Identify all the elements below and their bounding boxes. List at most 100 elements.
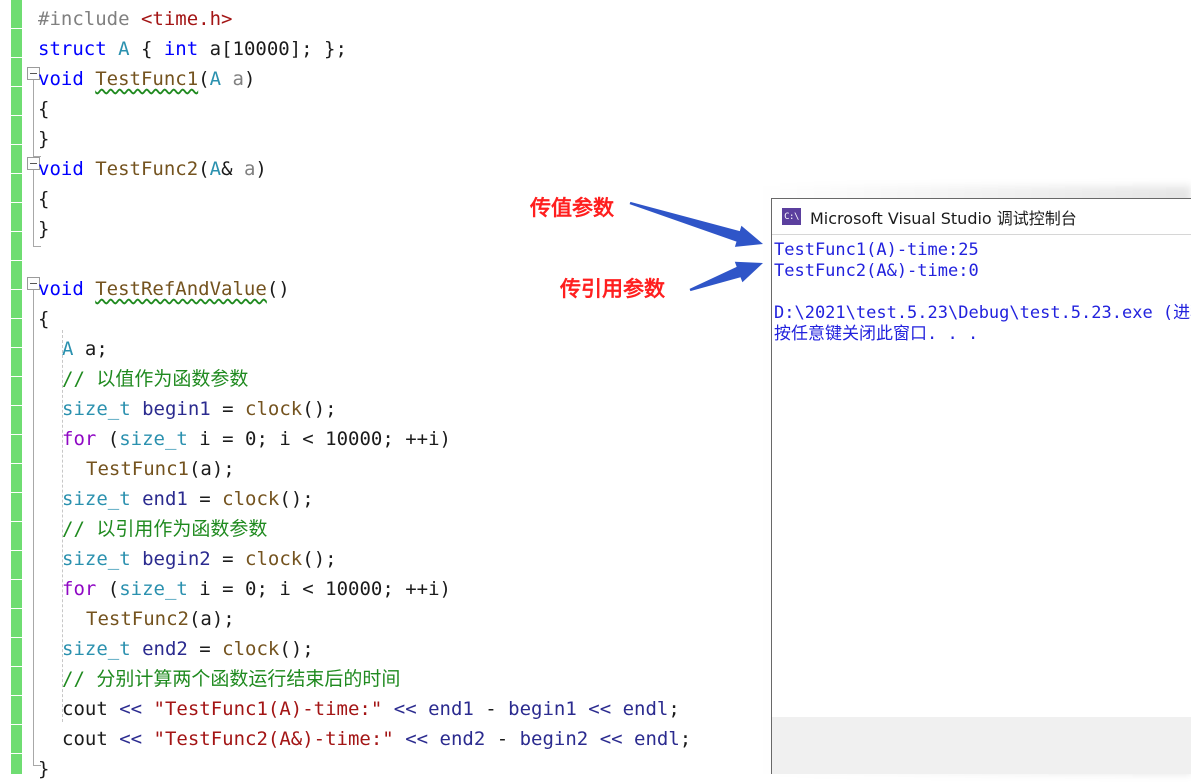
code-line[interactable]: { [38, 304, 49, 334]
code-line[interactable]: void TestFunc1(A a) [38, 64, 255, 94]
code-token: size_t [62, 638, 131, 660]
console-output-line: TestFunc2(A&)-time:0 [774, 261, 979, 281]
code-line[interactable]: cout << "TestFunc2(A&)-time:" << end2 - … [62, 724, 691, 754]
code-line[interactable]: for (size_t i = 0; i < 10000; ++i) [62, 424, 451, 454]
console-app-icon: C:\ [782, 208, 801, 225]
code-line[interactable]: void TestRefAndValue() [38, 274, 290, 304]
code-token: size_t [119, 428, 188, 450]
code-token: TestFunc2 [95, 158, 199, 180]
change-bar-segment [11, 638, 22, 667]
code-line[interactable]: // 以引用作为函数参数 [62, 514, 267, 544]
code-line[interactable]: #include <time.h> [38, 4, 232, 34]
outlining-vertical-rule [33, 170, 34, 246]
code-token: { [129, 38, 164, 60]
code-token: (a); [188, 608, 235, 630]
code-token: (); [279, 638, 314, 660]
code-token: void [38, 158, 84, 180]
code-token: size_t [62, 398, 131, 420]
code-line[interactable]: void TestFunc2(A& a) [38, 154, 267, 184]
code-line[interactable]: size_t begin2 = clock(); [62, 544, 337, 574]
code-token: "TestFunc1(A)-time:" [153, 698, 383, 720]
code-token: << [599, 728, 635, 750]
code-token: << [119, 728, 154, 750]
change-bar-segment [11, 725, 22, 754]
code-token: { [38, 308, 50, 330]
console-window[interactable]: C:\ Microsoft Visual Studio 调试控制台 TestFu… [771, 198, 1191, 774]
change-bar-segment [11, 435, 22, 464]
console-lower-filler [772, 717, 1191, 774]
code-token: TestFunc1 [95, 68, 199, 90]
code-token: << [382, 698, 429, 720]
code-token: () [266, 278, 290, 300]
code-line[interactable]: } [38, 754, 49, 784]
code-token: (); [302, 548, 337, 570]
outlining-foot-rule [33, 246, 41, 247]
change-bar-segment [11, 203, 22, 232]
code-line[interactable]: cout << "TestFunc1(A)-time:" << end1 - b… [62, 694, 680, 724]
code-token: (); [302, 398, 337, 420]
code-token: begin1 [508, 698, 589, 720]
change-bar-segment [11, 493, 22, 522]
code-token: } [38, 218, 50, 240]
code-token: A [209, 68, 222, 90]
code-token: struct [38, 38, 119, 60]
code-token: ( [96, 578, 120, 600]
code-line[interactable]: size_t end1 = clock(); [62, 484, 314, 514]
code-token: size_t [119, 578, 188, 600]
change-bar-segment [11, 406, 22, 435]
code-token: begin2 [519, 728, 600, 750]
code-line[interactable]: } [38, 124, 49, 154]
code-token: a [243, 158, 256, 180]
code-line[interactable]: } [38, 214, 49, 244]
code-token: - [485, 698, 509, 720]
code-token: size_t [62, 548, 131, 570]
code-token: endl [622, 698, 669, 720]
code-token: } [38, 758, 50, 780]
code-line[interactable]: for (size_t i = 0; i < 10000; ++i) [62, 574, 451, 604]
change-bar-segment [11, 174, 22, 203]
code-token: endl [634, 728, 680, 750]
change-bar-segment [11, 29, 22, 58]
change-bar-segment [11, 464, 22, 493]
code-token: void [38, 278, 84, 300]
code-token: size_t [62, 488, 131, 510]
code-line[interactable]: // 以值作为函数参数 [62, 364, 248, 394]
code-line[interactable]: TestFunc1(a); [86, 454, 235, 484]
code-token: ( [198, 158, 210, 180]
code-token: = [199, 488, 223, 510]
code-line[interactable]: A a; [62, 334, 108, 364]
code-token: = [222, 548, 246, 570]
code-line[interactable]: size_t begin1 = clock(); [62, 394, 337, 424]
code-line[interactable]: TestFunc2(a); [86, 604, 235, 634]
code-token: clock [222, 488, 280, 510]
code-token: "TestFunc2(A&)-time:" [153, 728, 394, 750]
code-line[interactable]: size_t end2 = clock(); [62, 634, 314, 664]
code-token: begin2 [130, 548, 223, 570]
change-bar-segment [11, 58, 22, 87]
outlining-vertical-rule [33, 80, 34, 156]
code-token: ; [679, 728, 692, 750]
change-bar-segment [11, 348, 22, 377]
code-line[interactable]: struct A { int a[10000]; }; [38, 34, 347, 64]
code-token: { [38, 98, 50, 120]
console-output-line: TestFunc1(A)-time:25 [774, 240, 979, 260]
code-line[interactable]: { [38, 94, 49, 124]
code-token: ; [668, 698, 680, 720]
change-bar-segment [11, 145, 22, 174]
code-token: i = 0; i < 10000; ++i) [187, 578, 451, 600]
console-title-bar[interactable]: C:\ Microsoft Visual Studio 调试控制台 [772, 199, 1191, 235]
code-token: ) [255, 158, 267, 180]
change-bar-segment [11, 0, 22, 29]
code-line[interactable]: // 分别计算两个函数运行结束后的时间 [62, 664, 400, 694]
console-output-area[interactable]: TestFunc1(A)-time:25 TestFunc2(A&)-time:0… [772, 235, 1191, 717]
change-bar-segment [11, 377, 22, 406]
code-line[interactable]: { [38, 184, 49, 214]
code-token: end1 [428, 698, 486, 720]
code-token: cout [62, 728, 120, 750]
code-token: int [163, 38, 199, 60]
code-token: end1 [130, 488, 200, 510]
